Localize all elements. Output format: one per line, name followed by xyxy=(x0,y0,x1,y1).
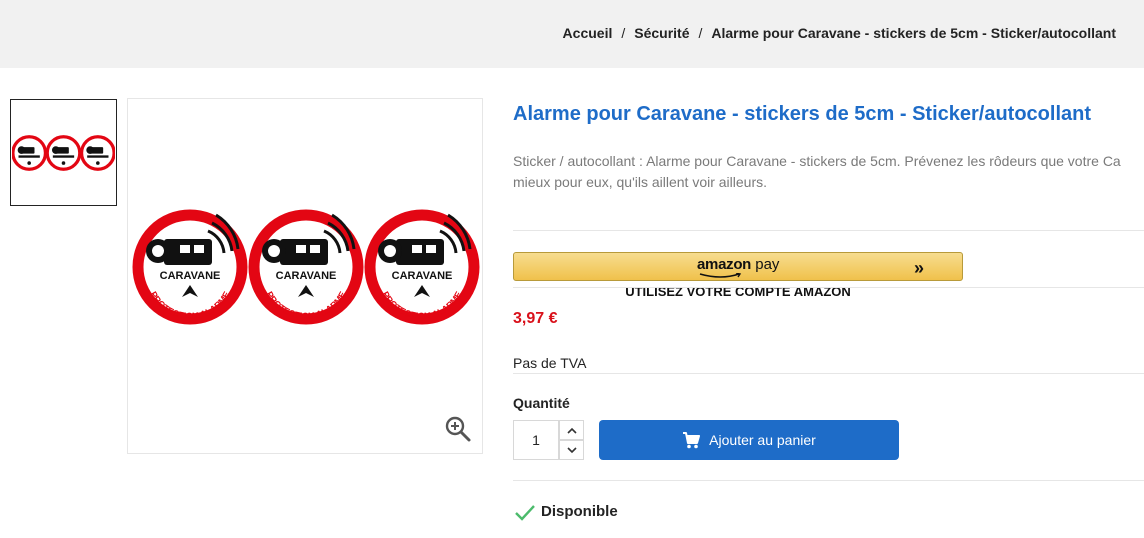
thumbnail-stickers-image xyxy=(12,134,115,171)
product-description-line: mieux pour eux, qu'ils aillent voir aill… xyxy=(513,174,768,190)
divider xyxy=(513,230,1144,231)
add-to-cart-label: Ajouter au panier xyxy=(709,432,816,448)
product-main-image[interactable]: CARAVANE PROTECTION ALARME CARAVANE PROT… xyxy=(127,98,483,454)
product-description: Sticker / autocollant : Alarme pour Cara… xyxy=(513,151,1144,193)
amazon-smile-icon xyxy=(699,273,742,278)
breadcrumb-current: Alarme pour Caravane - stickers de 5cm -… xyxy=(711,25,1116,41)
double-chevron-right-icon: » xyxy=(914,258,924,278)
chevron-down-icon xyxy=(566,446,577,453)
quantity-input[interactable] xyxy=(513,420,559,460)
quantity-decrement-button[interactable] xyxy=(559,440,584,460)
add-to-cart-button[interactable]: Ajouter au panier xyxy=(599,420,899,460)
quantity-label: Quantité xyxy=(513,395,570,411)
availability-status: Disponible xyxy=(541,503,618,520)
amazon-pay-logo-word: pay xyxy=(755,256,780,273)
breadcrumb-bar: Accueil / Sécurité / Alarme pour Caravane - … xyxy=(0,0,1144,68)
divider xyxy=(513,480,1144,481)
product-thumbnail[interactable] xyxy=(10,99,117,206)
amazon-pay-button[interactable]: amazon pay » xyxy=(513,252,963,281)
product-price: 3,97 € xyxy=(513,310,558,327)
check-icon xyxy=(515,505,535,521)
caravane-stickers-image: CARAVANE PROTECTION ALARME CARAVANE PROT… xyxy=(132,209,480,325)
zoom-in-icon[interactable] xyxy=(444,415,472,443)
breadcrumb-link-home[interactable]: Accueil xyxy=(563,25,613,41)
breadcrumb-link-category[interactable]: Sécurité xyxy=(634,25,689,41)
divider xyxy=(513,373,1144,374)
breadcrumb-separator: / xyxy=(698,25,703,41)
chevron-up-icon xyxy=(566,427,577,434)
product-title: Alarme pour Caravane - stickers de 5cm -… xyxy=(513,103,1091,125)
sticker-vehicle-text: CARAVANE xyxy=(392,270,453,282)
amazon-pay-logo-word: amazon xyxy=(697,256,752,273)
tax-note: Pas de TVA xyxy=(513,355,587,371)
quantity-increment-button[interactable] xyxy=(559,420,584,440)
divider xyxy=(513,287,1144,288)
sticker-vehicle-text: CARAVANE xyxy=(160,270,221,282)
sticker-vehicle-text: CARAVANE xyxy=(276,270,337,282)
breadcrumb: Accueil / Sécurité / Alarme pour Caravane - … xyxy=(563,25,1116,41)
product-description-line: Sticker / autocollant : Alarme pour Cara… xyxy=(513,153,1121,169)
breadcrumb-separator: / xyxy=(621,25,626,41)
amazon-pay-logo: amazon pay xyxy=(697,256,780,278)
cart-icon xyxy=(683,431,701,448)
